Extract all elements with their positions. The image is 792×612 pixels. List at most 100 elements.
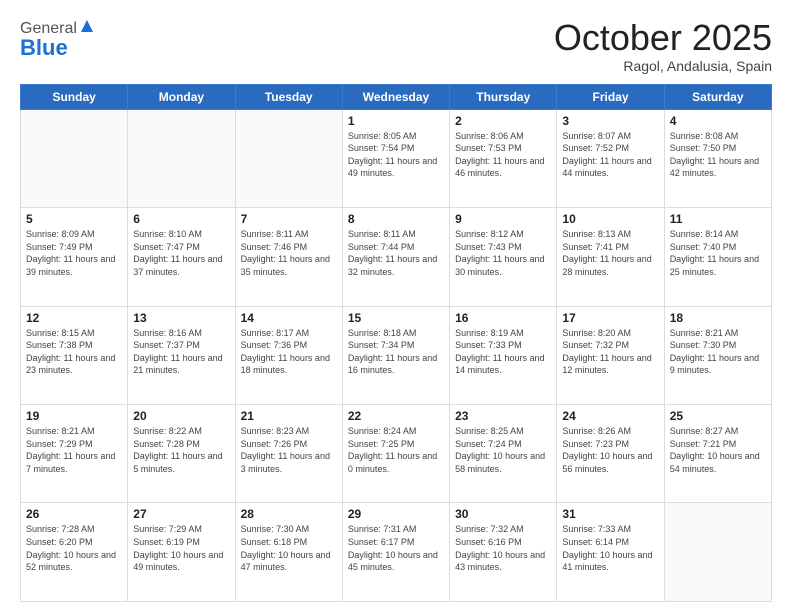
calendar-cell-3-3: 22 Sunrise: 8:24 AM Sunset: 7:25 PM Dayli… [342,405,449,503]
header-tuesday: Tuesday [235,84,342,109]
calendar-cell-0-3: 1 Sunrise: 8:05 AM Sunset: 7:54 PM Daylig… [342,109,449,207]
header-wednesday: Wednesday [342,84,449,109]
day-info-9: Sunrise: 8:12 AM Sunset: 7:43 PM Dayligh… [455,228,551,278]
day-info-3: Sunrise: 8:07 AM Sunset: 7:52 PM Dayligh… [562,130,658,180]
day-info-17: Sunrise: 8:20 AM Sunset: 7:32 PM Dayligh… [562,327,658,377]
day-info-18: Sunrise: 8:21 AM Sunset: 7:30 PM Dayligh… [670,327,766,377]
week-row-4: 26 Sunrise: 7:28 AM Sunset: 6:20 PM Dayli… [21,503,772,602]
location: Ragol, Andalusia, Spain [554,58,772,74]
calendar-cell-2-2: 14 Sunrise: 8:17 AM Sunset: 7:36 PM Dayli… [235,306,342,404]
day-number-6: 6 [133,212,229,226]
calendar-cell-2-3: 15Sunrise: 8:18 AM Sunset: 7:34 PM Dayli… [342,306,449,404]
day-number-19: 19 [26,409,122,423]
day-info-27: Sunrise: 7:29 AM Sunset: 6:19 PM Dayligh… [133,523,229,573]
week-row-2: 12 Sunrise: 8:15 AM Sunset: 7:38 PM Dayli… [21,306,772,404]
day-number-21: 21 [241,409,337,423]
day-info-21: Sunrise: 8:23 AM Sunset: 7:26 PM Dayligh… [241,425,337,475]
calendar-cell-2-1: 13 Sunrise: 8:16 AM Sunset: 7:37 PM Dayli… [128,306,235,404]
day-info-12: Sunrise: 8:15 AM Sunset: 7:38 PM Dayligh… [26,327,122,377]
calendar-cell-4-5: 31 Sunrise: 7:33 AM Sunset: 6:14 PM Dayli… [557,503,664,602]
calendar-cell-1-5: 10Sunrise: 8:13 AM Sunset: 7:41 PM Dayli… [557,208,664,306]
day-number-22: 22 [348,409,444,423]
day-number-7: 7 [241,212,337,226]
day-number-14: 14 [241,311,337,325]
header: General Blue October 2025 Ragol, Andalus… [20,18,772,74]
day-info-2: Sunrise: 8:06 AM Sunset: 7:53 PM Dayligh… [455,130,551,180]
calendar-cell-1-3: 8Sunrise: 8:11 AM Sunset: 7:44 PM Daylig… [342,208,449,306]
calendar-cell-4-2: 28 Sunrise: 7:30 AM Sunset: 6:18 PM Dayli… [235,503,342,602]
calendar-cell-3-2: 21 Sunrise: 8:23 AM Sunset: 7:26 PM Dayli… [235,405,342,503]
calendar: Sunday Monday Tuesday Wednesday Thursday… [20,84,772,602]
day-number-3: 3 [562,114,658,128]
day-number-4: 4 [670,114,766,128]
day-info-13: Sunrise: 8:16 AM Sunset: 7:37 PM Dayligh… [133,327,229,377]
day-number-16: 16 [455,311,551,325]
calendar-cell-0-4: 2 Sunrise: 8:06 AM Sunset: 7:53 PM Daylig… [450,109,557,207]
day-info-6: Sunrise: 8:10 AM Sunset: 7:47 PM Dayligh… [133,228,229,278]
day-info-29: Sunrise: 7:31 AM Sunset: 6:17 PM Dayligh… [348,523,444,573]
day-info-14: Sunrise: 8:17 AM Sunset: 7:36 PM Dayligh… [241,327,337,377]
header-saturday: Saturday [664,84,771,109]
week-row-1: 5 Sunrise: 8:09 AM Sunset: 7:49 PM Daylig… [21,208,772,306]
calendar-cell-3-1: 20Sunrise: 8:22 AM Sunset: 7:28 PM Dayli… [128,405,235,503]
calendar-cell-4-6 [664,503,771,602]
calendar-cell-3-4: 23 Sunrise: 8:25 AM Sunset: 7:24 PM Dayli… [450,405,557,503]
calendar-cell-1-1: 6 Sunrise: 8:10 AM Sunset: 7:47 PM Daylig… [128,208,235,306]
calendar-cell-0-6: 4 Sunrise: 8:08 AM Sunset: 7:50 PM Daylig… [664,109,771,207]
day-number-5: 5 [26,212,122,226]
calendar-cell-0-5: 3 Sunrise: 8:07 AM Sunset: 7:52 PM Daylig… [557,109,664,207]
day-number-28: 28 [241,507,337,521]
day-info-30: Sunrise: 7:32 AM Sunset: 6:16 PM Dayligh… [455,523,551,573]
calendar-cell-3-5: 24 Sunrise: 8:26 AM Sunset: 7:23 PM Dayli… [557,405,664,503]
title-block: October 2025 Ragol, Andalusia, Spain [554,18,772,74]
calendar-cell-1-6: 11Sunrise: 8:14 AM Sunset: 7:40 PM Dayli… [664,208,771,306]
day-info-24: Sunrise: 8:26 AM Sunset: 7:23 PM Dayligh… [562,425,658,475]
weekday-header-row: Sunday Monday Tuesday Wednesday Thursday… [21,84,772,109]
calendar-cell-0-2 [235,109,342,207]
day-number-1: 1 [348,114,444,128]
day-number-9: 9 [455,212,551,226]
week-row-0: 1 Sunrise: 8:05 AM Sunset: 7:54 PM Daylig… [21,109,772,207]
day-info-31: Sunrise: 7:33 AM Sunset: 6:14 PM Dayligh… [562,523,658,573]
day-info-23: Sunrise: 8:25 AM Sunset: 7:24 PM Dayligh… [455,425,551,475]
day-info-25: Sunrise: 8:27 AM Sunset: 7:21 PM Dayligh… [670,425,766,475]
calendar-cell-1-4: 9 Sunrise: 8:12 AM Sunset: 7:43 PM Daylig… [450,208,557,306]
calendar-cell-2-4: 16Sunrise: 8:19 AM Sunset: 7:33 PM Dayli… [450,306,557,404]
day-number-12: 12 [26,311,122,325]
day-info-20: Sunrise: 8:22 AM Sunset: 7:28 PM Dayligh… [133,425,229,475]
day-number-2: 2 [455,114,551,128]
day-info-4: Sunrise: 8:08 AM Sunset: 7:50 PM Dayligh… [670,130,766,180]
logo-blue-text: Blue [20,35,68,61]
header-monday: Monday [128,84,235,109]
day-number-8: 8 [348,212,444,226]
calendar-cell-4-1: 27 Sunrise: 7:29 AM Sunset: 6:19 PM Dayli… [128,503,235,602]
page: General Blue October 2025 Ragol, Andalus… [0,0,792,612]
day-number-27: 27 [133,507,229,521]
day-info-22: Sunrise: 8:24 AM Sunset: 7:25 PM Dayligh… [348,425,444,475]
day-info-26: Sunrise: 7:28 AM Sunset: 6:20 PM Dayligh… [26,523,122,573]
calendar-cell-1-0: 5 Sunrise: 8:09 AM Sunset: 7:49 PM Daylig… [21,208,128,306]
day-number-30: 30 [455,507,551,521]
day-info-28: Sunrise: 7:30 AM Sunset: 6:18 PM Dayligh… [241,523,337,573]
header-thursday: Thursday [450,84,557,109]
day-number-18: 18 [670,311,766,325]
day-info-1: Sunrise: 8:05 AM Sunset: 7:54 PM Dayligh… [348,130,444,180]
day-number-23: 23 [455,409,551,423]
day-number-31: 31 [562,507,658,521]
calendar-cell-4-4: 30 Sunrise: 7:32 AM Sunset: 6:16 PM Dayli… [450,503,557,602]
header-sunday: Sunday [21,84,128,109]
header-friday: Friday [557,84,664,109]
day-info-7: Sunrise: 8:11 AM Sunset: 7:46 PM Dayligh… [241,228,337,278]
day-info-19: Sunrise: 8:21 AM Sunset: 7:29 PM Dayligh… [26,425,122,475]
calendar-cell-4-0: 26 Sunrise: 7:28 AM Sunset: 6:20 PM Dayli… [21,503,128,602]
day-info-5: Sunrise: 8:09 AM Sunset: 7:49 PM Dayligh… [26,228,122,278]
calendar-cell-0-0 [21,109,128,207]
day-number-10: 10 [562,212,658,226]
month-title: October 2025 [554,18,772,58]
day-number-26: 26 [26,507,122,521]
day-number-17: 17 [562,311,658,325]
day-number-13: 13 [133,311,229,325]
calendar-cell-2-6: 18 Sunrise: 8:21 AM Sunset: 7:30 PM Dayli… [664,306,771,404]
day-number-15: 15 [348,311,444,325]
day-number-24: 24 [562,409,658,423]
